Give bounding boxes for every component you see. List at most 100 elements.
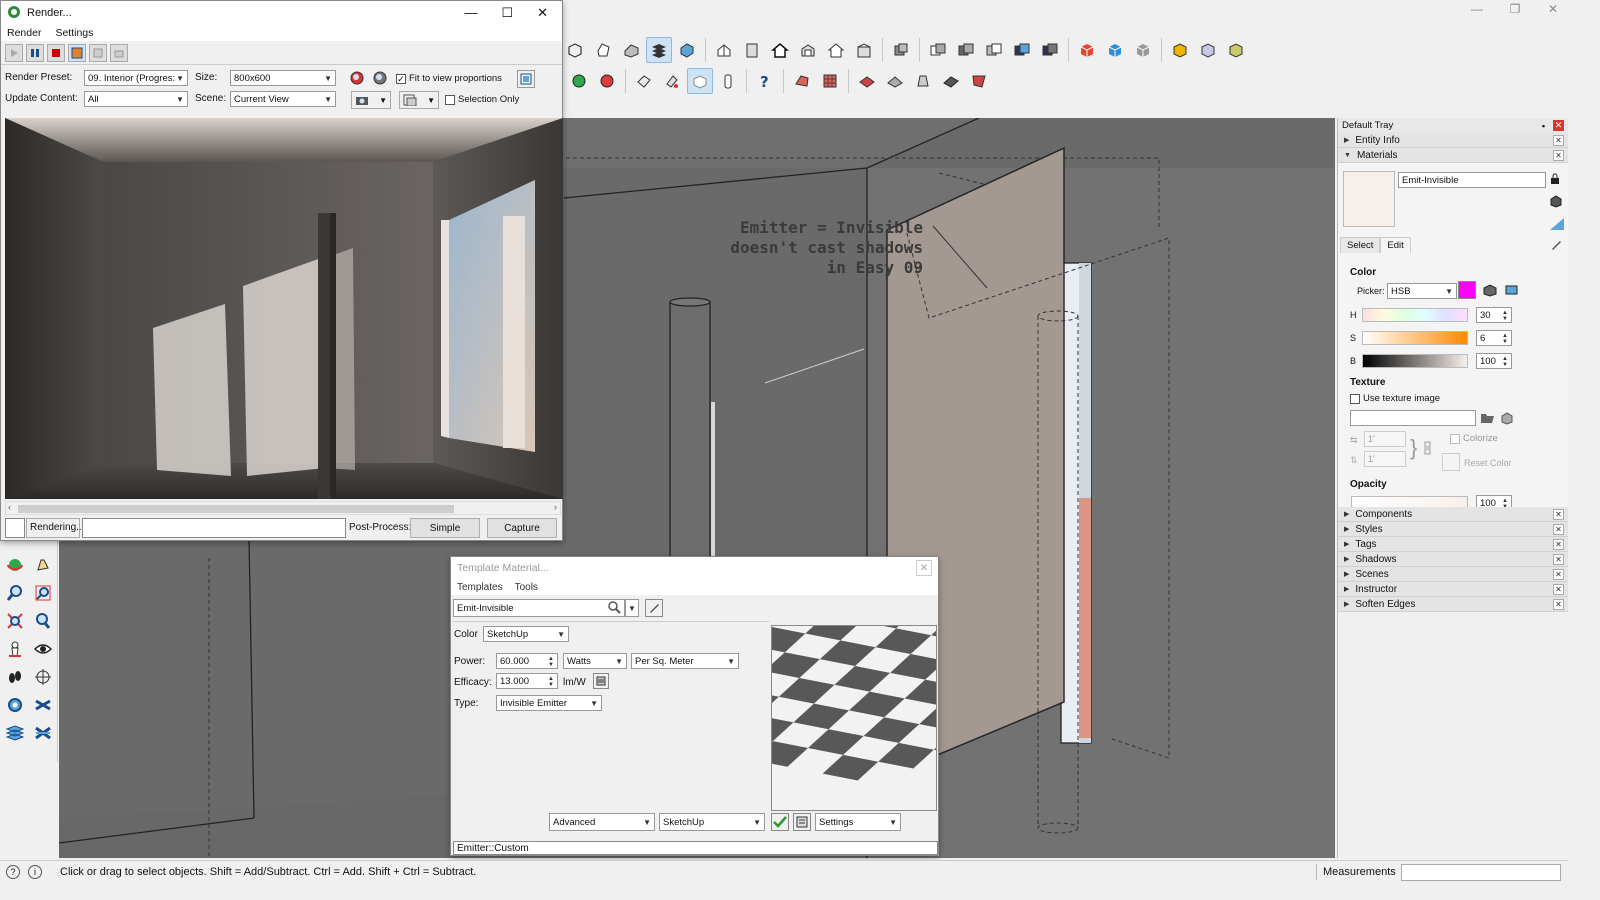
tm-title-bar[interactable]: Template Material... ✕ <box>451 557 938 579</box>
zoom-out-render-icon[interactable] <box>372 70 388 89</box>
face-icon[interactable] <box>590 37 616 63</box>
white-block-icon[interactable] <box>687 68 713 94</box>
match-model-icon[interactable] <box>1482 283 1498 300</box>
section-plane-icon[interactable] <box>29 664 57 690</box>
scroll-right-icon[interactable]: › <box>554 502 557 512</box>
house-left-icon[interactable] <box>851 37 877 63</box>
h-slider[interactable] <box>1362 308 1468 322</box>
tab-edit[interactable]: Edit <box>1380 237 1411 253</box>
panel-soften-edges[interactable]: ▶ Soften Edges ✕ <box>1338 597 1568 612</box>
menu-settings[interactable]: Settings <box>55 27 93 39</box>
capture-button[interactable]: Capture <box>487 518 557 538</box>
layers-icon[interactable] <box>646 37 672 63</box>
layer-tool-icon[interactable] <box>29 692 57 718</box>
pan-icon[interactable] <box>29 552 57 578</box>
eyedropper-icon[interactable] <box>645 599 663 617</box>
red-sphere-icon[interactable] <box>594 68 620 94</box>
restore-button[interactable]: ❐ <box>1508 2 1522 16</box>
material-swatch[interactable] <box>1343 171 1395 227</box>
menu-tools[interactable]: Tools <box>515 582 538 593</box>
panel-close-icon[interactable]: ✕ <box>1553 568 1564 580</box>
house-back-icon[interactable] <box>823 37 849 63</box>
panel-components[interactable]: ▶ Components ✕ <box>1338 507 1568 522</box>
menu-templates[interactable]: Templates <box>457 582 503 593</box>
help-icon[interactable]: ? <box>752 68 778 94</box>
efficacy-input[interactable]: 13.000 ▲ ▼ <box>496 673 558 689</box>
green-sphere-icon[interactable] <box>566 68 592 94</box>
solid-intersect-icon[interactable] <box>1009 37 1035 63</box>
extension-manager-icon[interactable] <box>1223 37 1249 63</box>
close-button[interactable]: ✕ <box>916 560 932 576</box>
panel-styles[interactable]: ▶ Styles ✕ <box>1338 522 1568 537</box>
house-top-icon[interactable] <box>795 37 821 63</box>
power-area-select[interactable]: Per Sq. Meter ▼ <box>631 653 739 669</box>
search-dropdown[interactable]: ▼ <box>625 599 639 617</box>
export-icon[interactable] <box>110 43 128 62</box>
b-input[interactable]: 100 ▲ ▼ <box>1476 353 1512 369</box>
measurements-input[interactable] <box>1401 864 1561 881</box>
stamp-icon[interactable] <box>882 68 908 94</box>
match-screen-icon[interactable] <box>1504 283 1520 300</box>
folder-icon[interactable] <box>1480 411 1496 428</box>
type-select[interactable]: Invisible Emitter ▼ <box>496 695 602 711</box>
view-select[interactable]: ▼ <box>399 91 439 109</box>
size-select[interactable]: 800x600 ▼ <box>230 70 336 86</box>
house-iso-icon[interactable] <box>711 37 737 63</box>
advanced-select[interactable]: Advanced ▼ <box>549 813 655 831</box>
zoom-in-render-icon[interactable] <box>349 70 365 89</box>
material-name-input[interactable]: Emit-Invisible <box>1398 172 1546 188</box>
picker-select[interactable]: HSB ▼ <box>1387 283 1457 299</box>
smoove-icon[interactable] <box>854 68 880 94</box>
search-icon[interactable] <box>607 600 621 617</box>
render-title-bar[interactable]: Render... — ☐ ✕ <box>1 1 562 25</box>
eraser-icon[interactable] <box>631 68 657 94</box>
panel-close-icon[interactable]: ✕ <box>1553 538 1564 550</box>
chain-link-icon[interactable] <box>1424 441 1432 458</box>
scroll-thumb[interactable] <box>18 505 454 513</box>
info-icon[interactable]: i <box>28 865 42 879</box>
colorize-checkbox[interactable]: Colorize <box>1450 433 1498 444</box>
walk-icon[interactable] <box>1 664 29 690</box>
reset-color-label[interactable]: Reset Color <box>1464 458 1512 468</box>
cross-tool-icon[interactable] <box>29 720 57 746</box>
region-icon[interactable] <box>89 43 107 62</box>
panel-shadows[interactable]: ▶ Shadows ✕ <box>1338 552 1568 567</box>
panel-close-icon[interactable]: ✕ <box>1553 583 1564 595</box>
flip-edge-icon[interactable] <box>966 68 992 94</box>
minimize-button[interactable]: — <box>464 5 477 21</box>
lock-icon[interactable] <box>1549 173 1565 188</box>
paint-icon[interactable] <box>659 68 685 94</box>
drape-icon[interactable] <box>910 68 936 94</box>
panel-entity-info[interactable]: ▶ Entity Info ✕ <box>1338 133 1568 148</box>
panel-scenes[interactable]: ▶ Scenes ✕ <box>1338 567 1568 582</box>
stack-tool-icon[interactable] <box>1 720 29 746</box>
render-hscrollbar[interactable]: ‹ › <box>5 501 561 515</box>
power-input[interactable]: 60.000 ▲ ▼ <box>496 653 558 669</box>
prism-icon[interactable] <box>618 37 644 63</box>
update-content-select[interactable]: All ▼ <box>84 91 188 107</box>
panel-materials[interactable]: ▼ Materials ✕ <box>1338 148 1568 163</box>
bottle-icon[interactable] <box>715 68 741 94</box>
edit-texture-icon[interactable] <box>1500 411 1514 428</box>
tray-close-icon[interactable]: ✕ <box>1553 120 1564 131</box>
orbit-icon[interactable] <box>1 552 29 578</box>
pause-icon[interactable] <box>26 43 44 62</box>
h-input[interactable]: 30 ▲ ▼ <box>1476 307 1512 323</box>
render-frame-icon[interactable] <box>68 43 86 62</box>
camera-select[interactable]: ▼ <box>351 91 391 109</box>
texture-width-input[interactable]: 1' <box>1364 431 1406 447</box>
s-input[interactable]: 6 ▲ ▼ <box>1476 330 1512 346</box>
zoom-icon[interactable] <box>1 580 29 606</box>
simple-button[interactable]: Simple <box>410 518 480 538</box>
panel-close-icon[interactable]: ✕ <box>1553 598 1564 610</box>
render-preview[interactable] <box>5 118 563 499</box>
use-texture-checkbox[interactable]: Use texture image <box>1350 393 1440 404</box>
warehouse-icon[interactable] <box>1167 37 1193 63</box>
tab-select[interactable]: Select <box>1340 237 1381 253</box>
extension-warehouse-icon[interactable] <box>1195 37 1221 63</box>
material-triangle-icon[interactable] <box>1549 217 1565 234</box>
solid-union-icon[interactable] <box>925 37 951 63</box>
pin-icon[interactable]: ▪ <box>1538 120 1549 131</box>
panel-close-icon[interactable]: ✕ <box>1553 553 1564 565</box>
solid-split-icon[interactable] <box>1037 37 1063 63</box>
